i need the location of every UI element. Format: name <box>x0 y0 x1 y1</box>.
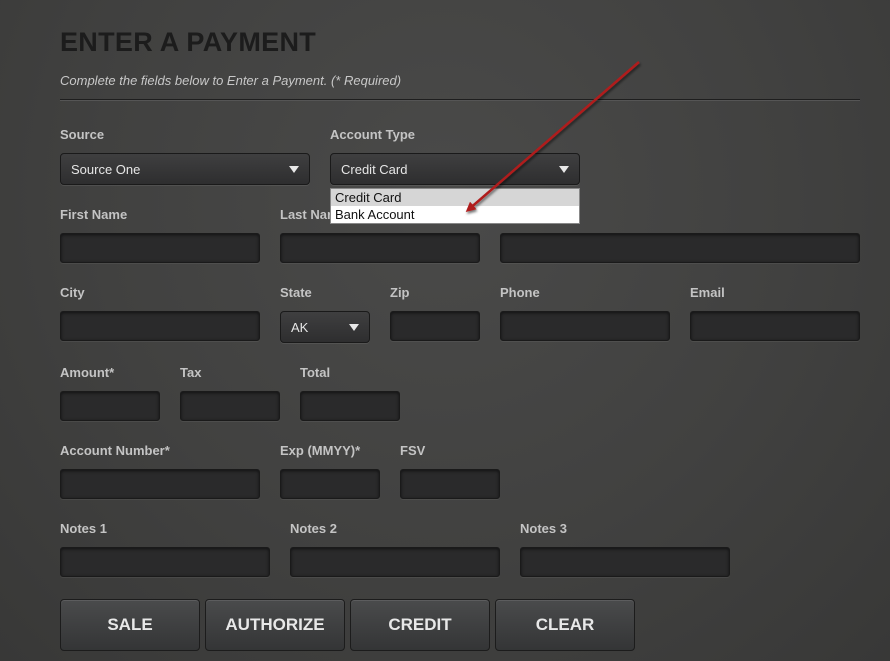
notes3-label: Notes 3 <box>520 521 567 536</box>
phone-label: Phone <box>500 285 540 300</box>
page-subtitle: Complete the fields below to Enter a Pay… <box>60 73 402 88</box>
chevron-down-icon <box>349 324 359 331</box>
page-title: ENTER A PAYMENT <box>60 27 317 57</box>
last-name-label: Last Nar <box>280 207 333 222</box>
notes2-input[interactable] <box>290 547 500 577</box>
exp-label: Exp (MMYY)* <box>280 443 361 458</box>
dropdown-option-credit-card[interactable]: Credit Card <box>331 189 579 206</box>
account-type-dropdown-list: Credit Card Bank Account <box>330 188 580 224</box>
header-divider <box>60 99 860 101</box>
email-input[interactable] <box>690 311 860 341</box>
account-type-select[interactable]: Credit Card <box>330 153 580 185</box>
clear-button[interactable]: CLEAR <box>495 599 635 651</box>
last-name-input[interactable] <box>280 233 480 263</box>
dropdown-option-bank-account[interactable]: Bank Account <box>331 206 579 223</box>
chevron-down-icon <box>559 166 569 173</box>
first-name-label: First Name <box>60 207 128 222</box>
city-input[interactable] <box>60 311 260 341</box>
state-select[interactable]: AK <box>280 311 370 343</box>
city-label: City <box>60 285 85 300</box>
fsv-input[interactable] <box>400 469 500 499</box>
source-select[interactable]: Source One <box>60 153 310 185</box>
state-label: State <box>280 285 312 300</box>
state-select-value: AK <box>291 320 309 335</box>
notes1-label: Notes 1 <box>60 521 107 536</box>
account-number-label: Account Number* <box>60 443 170 458</box>
amount-label: Amount* <box>60 365 115 380</box>
total-input[interactable] <box>300 391 400 421</box>
address-input[interactable] <box>500 233 860 263</box>
tax-input[interactable] <box>180 391 280 421</box>
email-label: Email <box>690 285 725 300</box>
credit-button[interactable]: CREDIT <box>350 599 490 651</box>
account-type-label: Account Type <box>330 127 415 142</box>
fsv-label: FSV <box>400 443 426 458</box>
total-label: Total <box>300 365 331 380</box>
notes3-input[interactable] <box>520 547 730 577</box>
chevron-down-icon <box>289 166 299 173</box>
notes2-label: Notes 2 <box>290 521 337 536</box>
zip-label: Zip <box>390 285 410 300</box>
account-type-select-value: Credit Card <box>341 162 408 177</box>
first-name-input[interactable] <box>60 233 260 263</box>
authorize-button[interactable]: AUTHORIZE <box>205 599 345 651</box>
source-select-value: Source One <box>71 162 141 177</box>
amount-input[interactable] <box>60 391 160 421</box>
sale-button[interactable]: SALE <box>60 599 200 651</box>
zip-input[interactable] <box>390 311 480 341</box>
exp-input[interactable] <box>280 469 380 499</box>
source-label: Source <box>60 127 105 142</box>
phone-input[interactable] <box>500 311 670 341</box>
tax-label: Tax <box>180 365 202 380</box>
notes1-input[interactable] <box>60 547 270 577</box>
account-number-input[interactable] <box>60 469 260 499</box>
